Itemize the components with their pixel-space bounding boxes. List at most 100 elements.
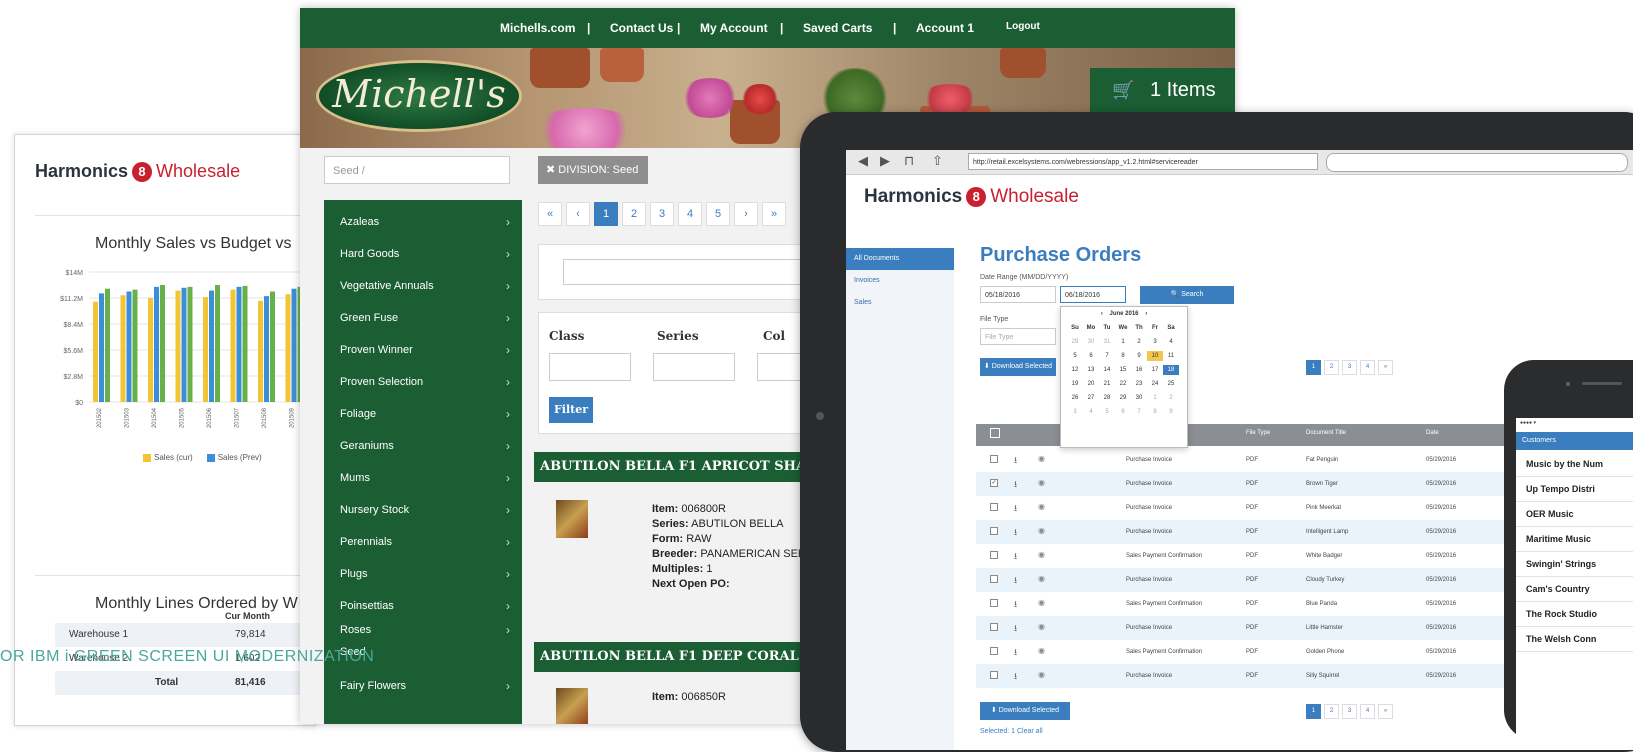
bar[interactable] [132,289,138,402]
page-1[interactable]: 1 [1306,704,1321,719]
calendar-day[interactable]: 11 [1163,351,1179,361]
product-title-bar[interactable]: ABUTILON BELLA F1 APRICOT SHADES [534,452,834,482]
nav-link-home[interactable]: Michells.com [500,21,575,35]
bar[interactable] [264,296,269,402]
filter-button[interactable]: Filter [549,397,593,423]
select-all-checkbox[interactable] [990,428,1000,438]
view-icon[interactable]: ◉ [1038,574,1045,583]
calendar-day[interactable]: 8 [1115,351,1131,361]
bar[interactable] [230,289,236,402]
nav-link-account1[interactable]: Account 1 [916,21,974,35]
customer-item[interactable]: Swingin' Strings [1516,552,1633,577]
sidenav-item-all-documents[interactable]: All Documents [846,248,954,270]
calendar-day[interactable]: 17 [1147,365,1163,375]
calendar-day[interactable]: 2 [1163,393,1179,403]
col-date[interactable]: Date [1426,430,1439,436]
bar[interactable] [175,290,181,402]
calendar-day[interactable]: 5 [1067,351,1083,361]
product-thumbnail[interactable] [556,688,588,724]
page-3[interactable]: 3 [1342,360,1357,375]
category-item[interactable]: Green Fuse › [324,302,522,334]
prev-month-icon[interactable]: ‹ [1101,311,1103,317]
calendar-day[interactable]: 4 [1163,337,1179,347]
page-last[interactable]: » [762,202,786,226]
row-checkbox[interactable] [990,599,998,607]
calendar-day[interactable]: 26 [1067,393,1083,403]
customer-item[interactable]: The Welsh Conn [1516,627,1633,652]
view-icon[interactable]: ◉ [1038,526,1045,535]
page-4[interactable]: 4 [1360,704,1375,719]
page-2[interactable]: 2 [622,202,646,226]
calendar-day[interactable]: 21 [1099,379,1115,389]
view-icon[interactable]: ◉ [1038,454,1045,463]
view-icon[interactable]: ◉ [1038,502,1045,511]
row-checkbox[interactable] [990,503,998,511]
download-icon[interactable]: ⭳ [1014,501,1017,517]
bar[interactable] [215,285,220,402]
forward-icon[interactable]: ▶ [880,153,890,169]
view-icon[interactable]: ◉ [1038,646,1045,655]
download-icon[interactable]: ⭳ [1014,621,1017,637]
bar[interactable] [285,294,291,402]
download-icon[interactable]: ⭳ [1014,573,1017,589]
download-icon[interactable]: ⭳ [1014,525,1017,541]
bar[interactable] [270,291,275,403]
calendar-day[interactable]: 1 [1115,337,1131,347]
category-item[interactable]: Proven Winner › [324,334,522,366]
calendar-day[interactable]: 14 [1099,365,1115,375]
product-search-input[interactable] [563,259,825,285]
bar[interactable] [203,297,208,402]
calendar-day[interactable]: 8 [1147,407,1163,417]
calendar-day[interactable]: 20 [1083,379,1099,389]
file-type-select[interactable]: File Type [980,328,1056,345]
page-3[interactable]: 3 [650,202,674,226]
calendar-day[interactable]: 3 [1067,407,1083,417]
row-checkbox[interactable] [990,575,998,583]
browser-search-bar[interactable] [1326,153,1628,172]
category-item[interactable]: Vegetative Annuals › [324,270,522,302]
col-document-title[interactable]: Document Title [1306,430,1346,436]
calendar-day[interactable]: 22 [1115,379,1131,389]
row-checkbox[interactable] [990,671,998,679]
page-1[interactable]: 1 [594,202,618,226]
row-checkbox[interactable] [990,551,998,559]
next-month-icon[interactable]: › [1145,311,1147,317]
category-item[interactable]: Hard Goods › [324,238,522,270]
bar[interactable] [148,298,153,402]
calendar-day[interactable]: 2 [1131,337,1147,347]
page-3[interactable]: 3 [1342,704,1357,719]
calendar-day[interactable]: 12 [1067,365,1083,375]
product-title-bar[interactable]: ABUTILON BELLA F1 DEEP CORAL [534,642,834,672]
bar[interactable] [291,288,297,402]
series-select[interactable] [653,353,735,381]
download-icon[interactable]: ⭳ [1014,669,1017,685]
category-item[interactable]: Nursery Stock › [324,494,522,526]
calendar-day[interactable]: 23 [1131,379,1147,389]
customer-item[interactable]: Cam's Country [1516,577,1633,602]
customer-item[interactable]: Maritime Music [1516,527,1633,552]
bar[interactable] [181,287,187,402]
category-item[interactable]: Fairy Flowers › [324,670,522,702]
calendar-day[interactable]: 31 [1099,337,1115,347]
sidenav-item-sales[interactable]: Sales [846,292,954,314]
calendar-day[interactable]: 28 [1099,393,1115,403]
calendar-day[interactable]: 29 [1067,337,1083,347]
calendar-day[interactable]: 9 [1163,407,1179,417]
page-next[interactable]: › [734,202,758,226]
customer-item[interactable]: Up Tempo Distri [1516,477,1633,502]
url-bar[interactable]: http://retail.excelsystems.com/webressio… [968,153,1318,170]
customer-item[interactable]: OER Music [1516,502,1633,527]
nav-link-logout[interactable]: Logout [1006,21,1040,32]
page-4[interactable]: 4 [678,202,702,226]
category-item[interactable]: Plugs › [324,558,522,590]
calendar-day[interactable]: 16 [1131,365,1147,375]
selection-footer[interactable]: Selected: 1 Clear all [980,728,1043,735]
bar[interactable] [209,290,214,402]
bar[interactable] [242,285,248,402]
page-2[interactable]: 2 [1324,360,1339,375]
download-selected-button-bottom[interactable]: ⬇ Download Selected [980,702,1070,720]
bar[interactable] [160,285,165,402]
bar[interactable] [258,300,263,402]
page-first[interactable]: « [538,202,562,226]
download-selected-button[interactable]: ⬇ Download Selected [980,358,1056,376]
